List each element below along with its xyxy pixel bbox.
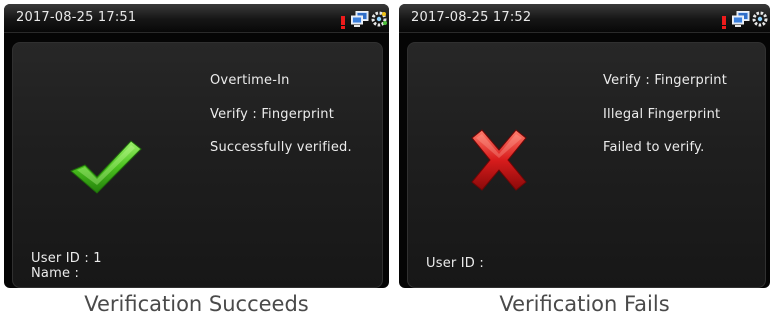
user-id-label: User ID : — [426, 256, 484, 271]
message-line-1: Verify : Fingerprint — [603, 73, 728, 88]
alarm-icon — [722, 16, 726, 29]
verification-panel: Overtime-In Verify : Fingerprint Success… — [12, 42, 383, 288]
device-screen-success: 2017-08-25 17:51 Overtime-In Verify : Fi… — [4, 4, 389, 288]
message-line-2: Verify : Fingerprint — [210, 107, 335, 122]
message-line-2: Illegal Fingerprint — [603, 107, 721, 122]
status-bar: 2017-08-25 17:52 — [399, 4, 770, 33]
cross-icon — [471, 129, 527, 191]
message-line-3: Successfully verified. — [210, 140, 352, 155]
device-screen-failure: 2017-08-25 17:52 Verify : Fingerprint Il… — [399, 4, 770, 288]
network-icon — [351, 11, 369, 27]
settings-icon — [752, 11, 768, 27]
caption-success: Verification Succeeds — [84, 292, 309, 316]
datetime: 2017-08-25 17:52 — [411, 10, 532, 25]
settings-icon — [371, 11, 387, 27]
message-line-3: Failed to verify. — [603, 140, 705, 155]
caption-failure: Verification Fails — [499, 292, 670, 316]
network-icon — [732, 11, 750, 27]
status-bar: 2017-08-25 17:51 — [4, 4, 389, 33]
user-id-label: User ID : 1 — [31, 251, 102, 266]
name-label: Name : — [31, 266, 80, 281]
datetime: 2017-08-25 17:51 — [16, 10, 137, 25]
message-line-1: Overtime-In — [210, 73, 290, 88]
check-icon — [70, 140, 142, 194]
alarm-icon — [341, 16, 345, 29]
verification-panel: Verify : Fingerprint Illegal Fingerprint… — [407, 42, 766, 288]
